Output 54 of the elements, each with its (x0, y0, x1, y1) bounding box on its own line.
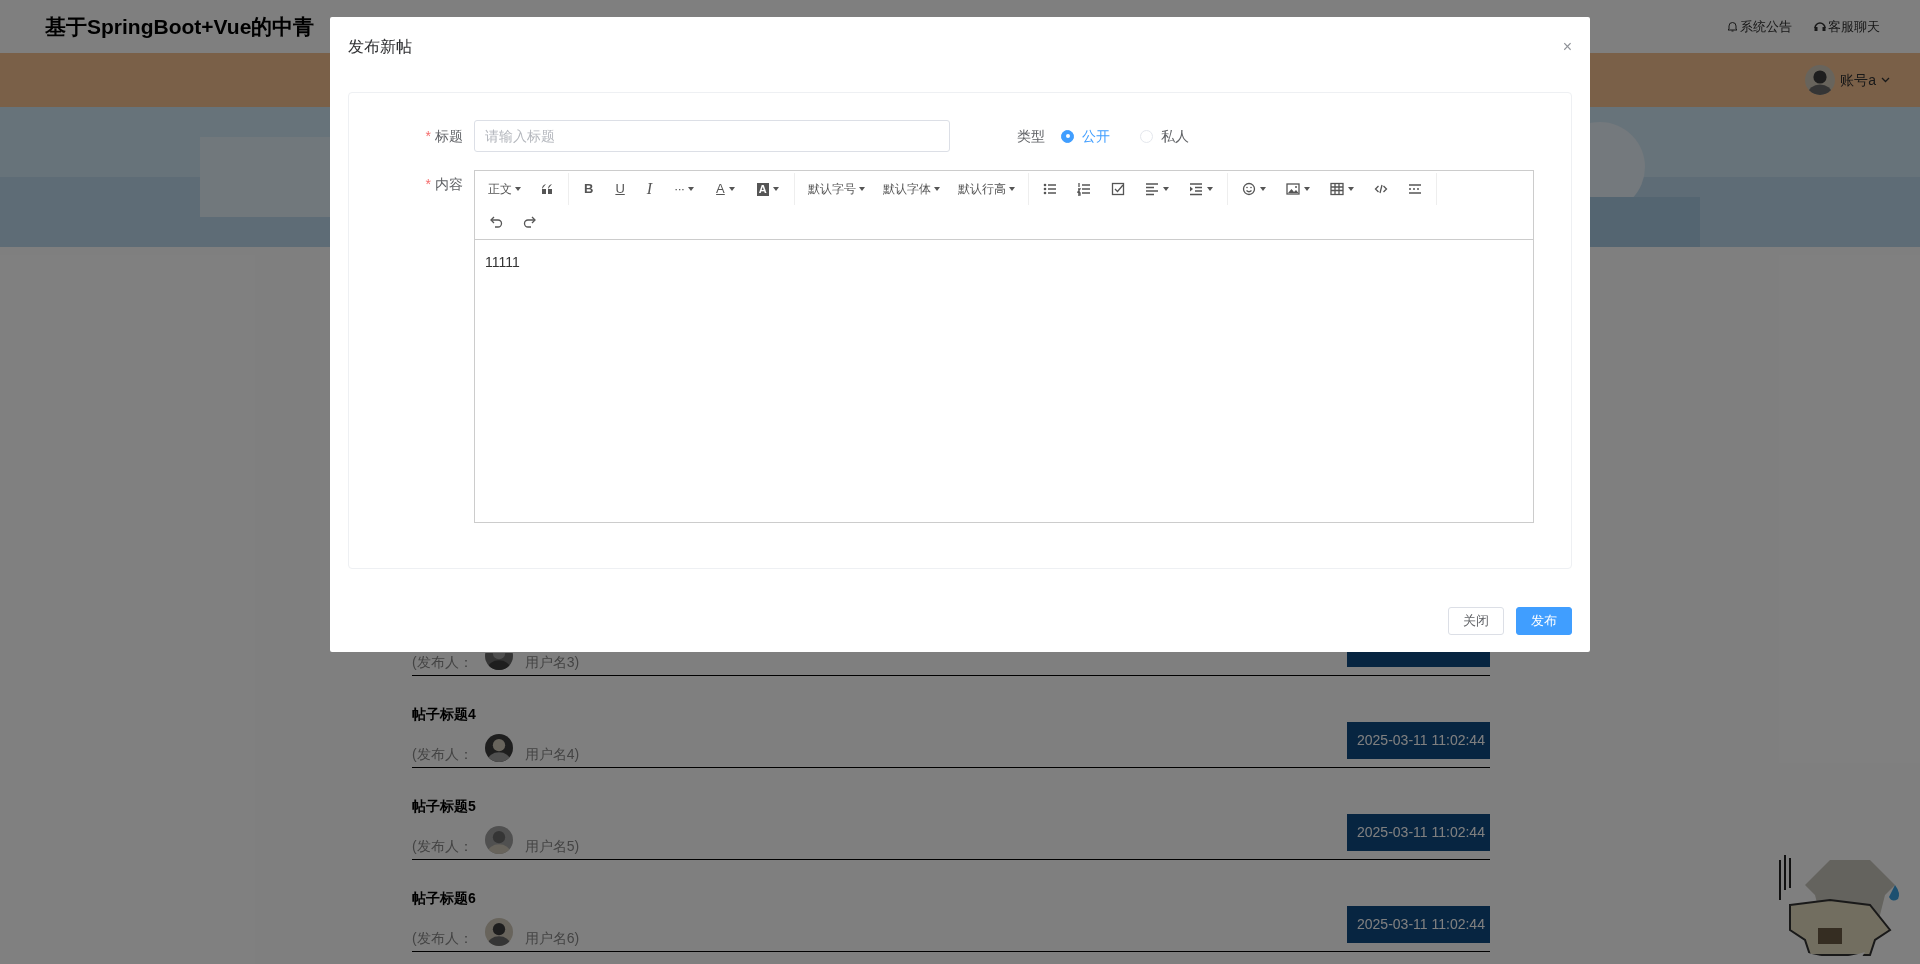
numbered-list-icon (1076, 182, 1091, 196)
redo-icon (523, 214, 537, 228)
toolbar-button[interactable]: ··· (663, 175, 706, 203)
headset-icon (1814, 21, 1826, 32)
poster-label: (发布人： (412, 838, 473, 854)
required-mark: * (425, 127, 431, 144)
bulleted-list-icon (1042, 182, 1057, 196)
indent-icon (1188, 182, 1203, 196)
date-badge: 2025-03-11 11:02:44 (1347, 814, 1490, 851)
caret-icon (1881, 77, 1890, 83)
post-title: 帖子标题4 (412, 705, 477, 723)
user-name: 用户名4) (524, 746, 580, 762)
toolbar-button[interactable]: U (604, 175, 636, 203)
post-title: 帖子标题5 (412, 797, 477, 815)
date-badge: 2025-03-11 11:02:44 (1347, 906, 1490, 943)
user-name: 用户名5) (524, 838, 580, 854)
title-input[interactable]: 请输入标题 (474, 120, 950, 152)
undo-icon (489, 214, 503, 228)
toolbar-button[interactable]: A (705, 175, 746, 203)
code-icon (1373, 182, 1388, 196)
toolbar-button[interactable]: B (573, 175, 605, 203)
toolbar-button[interactable]: I (635, 175, 664, 203)
radio-button[interactable] (1061, 129, 1074, 143)
date-badge: 2025-03-11 11:02:44 (1347, 722, 1490, 759)
toolbar-dropdown[interactable]: 正文 (479, 175, 530, 203)
field-label: 标题 (435, 127, 463, 144)
site-title: 基于SpringBoot+Vue的中青 (45, 13, 315, 40)
table-icon (1329, 182, 1344, 196)
field-label: 内容 (435, 176, 463, 192)
field-label: 类型 (1017, 126, 1045, 146)
required-mark: * (425, 176, 431, 192)
horizontal-rule-icon (1407, 182, 1422, 196)
toolbar-dropdown[interactable]: 默认行高 (948, 175, 1024, 203)
bell-icon (1727, 21, 1738, 32)
user-name: 用户名3) (524, 654, 580, 670)
checkbox-icon (1110, 182, 1125, 196)
align-left-icon (1144, 182, 1159, 196)
header-link[interactable]: 客服聊天 (1814, 16, 1880, 37)
poster-label: (发布人： (412, 654, 473, 670)
radio-option[interactable]: 私人 (1140, 125, 1189, 147)
toolbar-dropdown[interactable]: 默认字体 (873, 175, 949, 203)
close-button[interactable]: 关闭 (1448, 607, 1504, 635)
user-name: 用户名6) (524, 930, 580, 946)
header-link[interactable]: 系统公告 (1727, 16, 1792, 37)
toolbar-dropdown[interactable]: 默认字号 (798, 175, 874, 203)
poster-label: (发布人： (412, 746, 473, 762)
post-title: 帖子标题6 (412, 889, 477, 907)
smiley-icon (1241, 182, 1256, 196)
quote-icon (540, 182, 554, 196)
image-icon (1285, 182, 1300, 196)
poster-label: (发布人： (412, 930, 473, 946)
editor-text[interactable]: 11111 (485, 254, 520, 270)
dialog-title: 发布新帖 (348, 37, 412, 57)
toolbar-button[interactable]: A (745, 175, 790, 203)
